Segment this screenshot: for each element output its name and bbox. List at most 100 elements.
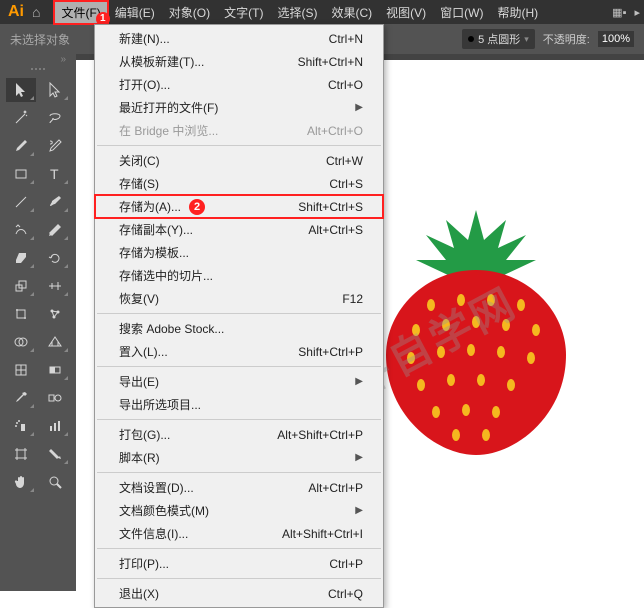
menu-shortcut: Ctrl+Q — [328, 587, 363, 601]
tool-perspective[interactable] — [40, 330, 70, 354]
menu-item-o[interactable]: 打开(O)...Ctrl+O — [95, 73, 383, 96]
menu-separator — [97, 548, 381, 549]
menu-item-n[interactable]: 新建(N)...Ctrl+N — [95, 27, 383, 50]
menu-item-adobestock[interactable]: 搜索 Adobe Stock... — [95, 317, 383, 340]
menu-separator — [97, 145, 381, 146]
menu-help[interactable]: 帮助(H) — [490, 1, 545, 24]
arrange-icon[interactable]: ▸ — [634, 6, 640, 19]
menu-item-[interactable]: 存储选中的切片... — [95, 264, 383, 287]
menu-item-label: 搜索 Adobe Stock... — [119, 320, 224, 337]
menu-shortcut: Shift+Ctrl+N — [298, 55, 363, 69]
tool-blend[interactable] — [40, 386, 70, 410]
menu-item-v[interactable]: 恢复(V)F12 — [95, 287, 383, 310]
tool-width[interactable] — [40, 274, 70, 298]
menu-item-g[interactable]: 打包(G)...Alt+Shift+Ctrl+P — [95, 423, 383, 446]
tool-shaper[interactable] — [6, 218, 36, 242]
menu-item-l[interactable]: 置入(L)... Shift+Ctrl+P — [95, 340, 383, 363]
menu-item-label: 存储为(A)... — [119, 198, 181, 215]
menu-item-c[interactable]: 关闭(C)Ctrl+W — [95, 149, 383, 172]
menu-item-label: 存储(S) — [119, 175, 159, 192]
menu-item-y[interactable]: 存储副本(Y)...Alt+Ctrl+S — [95, 218, 383, 241]
tool-puppet[interactable] — [40, 302, 70, 326]
tool-pencil[interactable] — [40, 218, 70, 242]
tool-type[interactable]: T — [40, 162, 70, 186]
menu-item-t[interactable]: 从模板新建(T)... Shift+Ctrl+N — [95, 50, 383, 73]
tool-zoom[interactable] — [40, 470, 70, 494]
menu-item-label: 从模板新建(T)... — [119, 53, 204, 70]
menu-separator — [97, 366, 381, 367]
tool-scale[interactable] — [6, 274, 36, 298]
menu-item-label: 导出所选项目... — [119, 396, 201, 413]
opacity-value[interactable]: 100% — [598, 31, 634, 47]
tool-wand[interactable] — [6, 106, 36, 130]
tool-graph[interactable] — [40, 414, 70, 438]
tool-eyedropper[interactable] — [6, 386, 36, 410]
menu-item-label: 打包(G)... — [119, 426, 170, 443]
menu-item-label: 脚本(R) — [119, 449, 160, 466]
menu-item-f[interactable]: 最近打开的文件(F)▶ — [95, 96, 383, 119]
menu-separator — [97, 578, 381, 579]
svg-text:T: T — [50, 166, 59, 182]
stroke-profile-label: 5 点圆形 — [478, 31, 520, 47]
menu-item-[interactable]: 导出所选项目... — [95, 393, 383, 416]
tool-slice[interactable] — [40, 442, 70, 466]
menu-item-e[interactable]: 导出(E) ▶ — [95, 370, 383, 393]
submenu-arrow-icon: ▶ — [355, 505, 363, 516]
tool-shapebuilder[interactable] — [6, 330, 36, 354]
menu-select[interactable]: 选择(S) — [270, 1, 324, 24]
tool-selection[interactable] — [6, 78, 36, 102]
menu-shortcut: F12 — [342, 292, 363, 306]
tool-brush[interactable] — [40, 190, 70, 214]
menu-view[interactable]: 视图(V) — [379, 1, 433, 24]
tool-rotate[interactable] — [40, 246, 70, 270]
menu-item-label: 文档颜色模式(M) — [119, 502, 209, 519]
menu-separator — [97, 472, 381, 473]
menu-item-label: 存储选中的切片... — [119, 267, 213, 284]
menu-item-x[interactable]: 退出(X)Ctrl+Q — [95, 582, 383, 605]
menu-item-r[interactable]: 脚本(R)▶ — [95, 446, 383, 469]
menu-shortcut: Shift+Ctrl+S — [298, 200, 363, 214]
menu-effect[interactable]: 效果(C) — [324, 1, 379, 24]
menu-edit[interactable]: 编辑(E) — [108, 1, 162, 24]
menu-item-d[interactable]: 文档设置(D)...Alt+Ctrl+P — [95, 476, 383, 499]
menu-item-p[interactable]: 打印(P)...Ctrl+P — [95, 552, 383, 575]
tool-symbol-spray[interactable] — [6, 414, 36, 438]
menu-item-s[interactable]: 存储(S)Ctrl+S — [95, 172, 383, 195]
menu-window[interactable]: 窗口(W) — [433, 1, 490, 24]
menu-item-m[interactable]: 文档颜色模式(M) ▶ — [95, 499, 383, 522]
stroke-profile-dropdown[interactable]: 5 点圆形 ▾ — [462, 29, 535, 49]
tool-hand[interactable] — [6, 470, 36, 494]
menu-item-label: 置入(L)... — [119, 343, 168, 360]
tool-free-transform[interactable] — [6, 302, 36, 326]
home-icon[interactable]: ⌂ — [32, 4, 40, 20]
menu-shortcut: Alt+Shift+Ctrl+I — [282, 527, 363, 541]
menu-file-label: 文件(F) — [61, 6, 100, 20]
tool-eraser[interactable] — [6, 246, 36, 270]
bullet-icon — [468, 36, 474, 42]
menu-item-bridge: 在 Bridge 中浏览...Alt+Ctrl+O — [95, 119, 383, 142]
menu-item-i[interactable]: 文件信息(I)...Alt+Shift+Ctrl+I — [95, 522, 383, 545]
tool-lasso[interactable] — [40, 106, 70, 130]
tool-line[interactable] — [6, 190, 36, 214]
annotation-badge-2: 2 — [189, 199, 205, 215]
menu-shortcut: Shift+Ctrl+P — [298, 345, 363, 359]
tool-curvature[interactable] — [40, 134, 70, 158]
tool-artboard[interactable] — [6, 442, 36, 466]
tool-direct-select[interactable] — [40, 78, 70, 102]
menu-item-a[interactable]: 存储为(A)... 2 Shift+Ctrl+S — [95, 195, 383, 218]
toolbox-collapse-icon[interactable]: » — [60, 54, 66, 64]
menubar: Ai ⌂ 文件(F) 1 编辑(E) 对象(O) 文字(T) 选择(S) 效果(… — [0, 0, 644, 24]
menu-file[interactable]: 文件(F) 1 — [54, 1, 107, 24]
menu-object[interactable]: 对象(O) — [162, 1, 217, 24]
submenu-arrow-icon: ▶ — [355, 376, 363, 387]
workspace-icon[interactable]: ▦▪ — [612, 6, 626, 19]
menu-item-label: 导出(E) — [119, 373, 159, 390]
menu-item-[interactable]: 存储为模板... — [95, 241, 383, 264]
tool-pen[interactable] — [6, 134, 36, 158]
tool-rectangle[interactable] — [6, 162, 36, 186]
menu-item-label: 文档设置(D)... — [119, 479, 194, 496]
tool-mesh[interactable] — [6, 358, 36, 382]
menu-type[interactable]: 文字(T) — [217, 1, 270, 24]
tool-gradient[interactable] — [40, 358, 70, 382]
menu-item-label: 打开(O)... — [119, 76, 170, 93]
